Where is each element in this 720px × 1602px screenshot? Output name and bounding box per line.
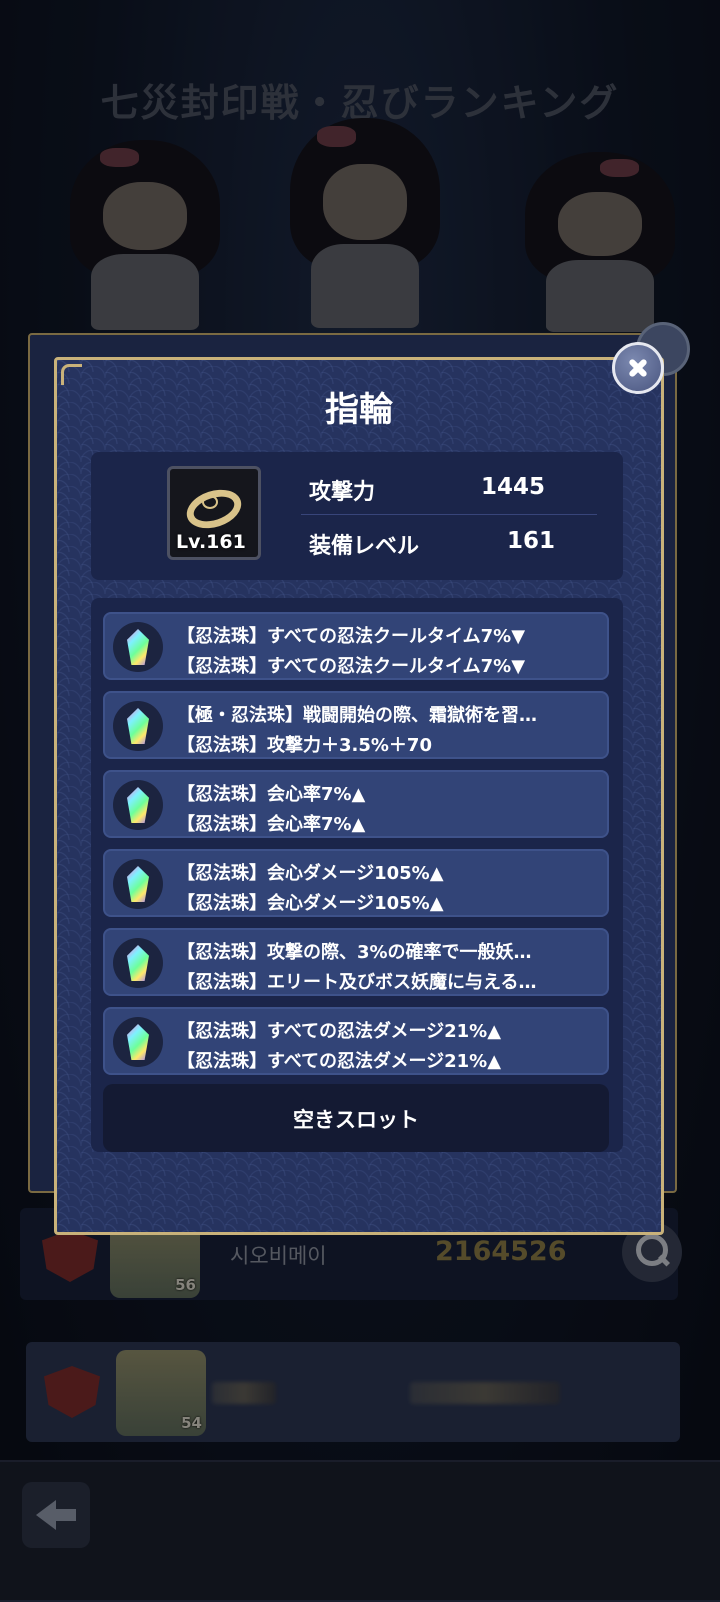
close-button[interactable] bbox=[612, 342, 664, 394]
empty-slot-label: 空きスロット bbox=[293, 1108, 419, 1132]
attack-label: 攻撃力 bbox=[309, 480, 376, 505]
gem-effect: 【忍法珠】攻撃の際、3%の確率で一般妖… bbox=[177, 942, 532, 963]
item-level: Lv.161 bbox=[176, 531, 246, 553]
gem-effect: 【忍法珠】すべての忍法ダメージ21%▲ bbox=[177, 1051, 502, 1072]
item-detail-modal: 指輪 Lv.161 攻撃力 1445 装備レベル 161 【忍法珠】すべての忍法… bbox=[54, 357, 664, 1235]
gem-effect: 【忍法珠】攻撃力＋3.5%＋70 bbox=[177, 735, 432, 756]
gem-effect: 【極・忍法珠】戦闘開始の際、霜獄術を習… bbox=[177, 705, 537, 726]
gem-icon bbox=[113, 701, 163, 751]
stat-divider bbox=[301, 514, 597, 515]
equip-level-value: 161 bbox=[507, 528, 556, 554]
gem-effect: 【忍法珠】会心率7%▲ bbox=[177, 814, 366, 835]
modal-title: 指輪 bbox=[325, 390, 393, 430]
ring-icon: Lv.161 bbox=[167, 466, 261, 560]
gem-effect: 【忍法珠】エリート及びボス妖魔に与える… bbox=[177, 972, 537, 993]
gem-icon bbox=[113, 1017, 163, 1067]
gem-effect: 【忍法珠】すべての忍法クールタイム7%▼ bbox=[177, 656, 526, 677]
equip-level-label: 装備レベル bbox=[309, 534, 420, 559]
gem-slot[interactable]: 【忍法珠】攻撃の際、3%の確率で一般妖… 【忍法珠】エリート及びボス妖魔に与える… bbox=[103, 928, 609, 996]
gem-effect: 【忍法珠】会心ダメージ105%▲ bbox=[177, 863, 444, 884]
gem-slot[interactable]: 【忍法珠】会心率7%▲ 【忍法珠】会心率7%▲ bbox=[103, 770, 609, 838]
attack-value: 1445 bbox=[481, 474, 546, 500]
item-info-panel: Lv.161 攻撃力 1445 装備レベル 161 bbox=[91, 452, 623, 580]
gem-icon bbox=[113, 780, 163, 830]
gem-icon bbox=[113, 938, 163, 988]
empty-slot-button[interactable]: 空きスロット bbox=[103, 1084, 609, 1152]
gem-slots-panel: 【忍法珠】すべての忍法クールタイム7%▼ 【忍法珠】すべての忍法クールタイム7%… bbox=[91, 598, 623, 1152]
gem-effect: 【忍法珠】すべての忍法ダメージ21%▲ bbox=[177, 1021, 502, 1042]
gem-effect: 【忍法珠】会心ダメージ105%▲ bbox=[177, 893, 444, 914]
gem-effect: 【忍法珠】会心率7%▲ bbox=[177, 784, 366, 805]
gem-slot[interactable]: 【忍法珠】すべての忍法ダメージ21%▲ 【忍法珠】すべての忍法ダメージ21%▲ bbox=[103, 1007, 609, 1075]
gem-icon bbox=[113, 622, 163, 672]
gem-slot[interactable]: 【忍法珠】すべての忍法クールタイム7%▼ 【忍法珠】すべての忍法クールタイム7%… bbox=[103, 612, 609, 680]
gem-slot[interactable]: 【忍法珠】会心ダメージ105%▲ 【忍法珠】会心ダメージ105%▲ bbox=[103, 849, 609, 917]
gem-slot[interactable]: 【極・忍法珠】戦闘開始の際、霜獄術を習… 【忍法珠】攻撃力＋3.5%＋70 bbox=[103, 691, 609, 759]
gem-icon bbox=[113, 859, 163, 909]
gem-effect: 【忍法珠】すべての忍法クールタイム7%▼ bbox=[177, 626, 526, 647]
